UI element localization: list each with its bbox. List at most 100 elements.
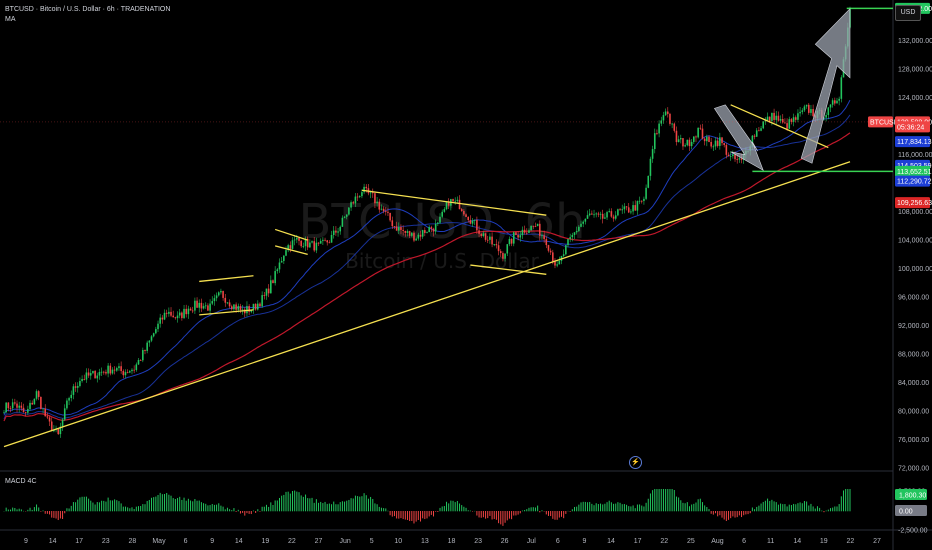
macd-bar (667, 489, 669, 512)
candle-body (421, 230, 424, 237)
candle-body (697, 127, 699, 138)
macd-bar (213, 504, 215, 512)
candle-body (534, 226, 537, 227)
macd-bar (49, 511, 51, 515)
candle-body (547, 245, 550, 251)
replay-icon[interactable]: ⚡ (629, 456, 642, 469)
macd-bar (307, 498, 309, 512)
macd-bar (36, 504, 38, 512)
macd-bar (98, 502, 100, 512)
macd-bar (287, 491, 289, 512)
candle-body (404, 230, 407, 233)
candle-body (677, 139, 680, 143)
candle-body (408, 231, 411, 236)
candle-body (239, 306, 242, 311)
macd-bar (157, 494, 159, 512)
currency-button[interactable]: USD (895, 5, 921, 21)
candle-body (686, 139, 689, 146)
macd-bar (378, 506, 380, 512)
macd-bar (767, 498, 769, 512)
macd-bar (480, 511, 482, 518)
candle-body (456, 199, 459, 201)
candle-body (586, 215, 589, 219)
macd-bar (96, 502, 98, 512)
candle-body (20, 405, 23, 408)
macd-bar (218, 503, 220, 512)
macd-bar (728, 511, 730, 520)
candle-body (430, 227, 433, 229)
candle-body (831, 100, 834, 105)
macd-bar (684, 503, 686, 512)
macd-bar (18, 508, 20, 512)
chart-canvas[interactable]: BTCUSD, 6h Bitcoin / U.S. Dollar 132,000… (0, 0, 932, 550)
macd-bar (810, 503, 812, 512)
candle-body (159, 317, 161, 324)
macd-bar (487, 511, 489, 519)
macd-bar (239, 511, 241, 514)
candle-body (300, 240, 302, 247)
macd-bar (142, 504, 144, 512)
macd-bar (422, 511, 424, 519)
candle-body (441, 211, 443, 217)
macd-title[interactable]: MACD 4C (5, 478, 37, 485)
candle-body (272, 280, 274, 284)
macd-bar (174, 499, 176, 512)
candle-body (699, 127, 702, 129)
time-tick-label: 23 (474, 538, 482, 545)
candle-body (11, 402, 14, 409)
candle-body (356, 196, 359, 198)
candle-body (376, 201, 378, 204)
candle-body (623, 206, 626, 210)
candle-body (543, 235, 545, 240)
macd-bar (454, 502, 456, 512)
candle-body (458, 199, 461, 210)
time-axis[interactable]: 9 14 17 23 28 May 6 9 14 19 22 27 Jun 5 10 13 18 23 26 Jul 6… (24, 538, 881, 545)
macd-bar (675, 496, 677, 512)
candle-body (315, 242, 318, 251)
candle-body (426, 232, 428, 233)
macd-bar (793, 503, 795, 512)
macd-bar (706, 507, 708, 512)
macd-bar (754, 509, 756, 512)
candle-body (521, 229, 524, 236)
candle-body (393, 226, 396, 227)
macd-bar (539, 511, 541, 513)
macd-bar (515, 511, 517, 516)
candle-body (506, 244, 509, 254)
macd-bar (812, 506, 814, 512)
candle-body (98, 371, 101, 376)
macd-bar (29, 507, 31, 512)
candle-body (439, 216, 441, 223)
macd-bar (396, 511, 398, 519)
candle-body (838, 98, 840, 101)
candle-body (204, 305, 207, 307)
candle-body (649, 158, 652, 176)
macd-bar (528, 507, 530, 512)
price-axis[interactable]: 132,000.00 128,000.00 124,000.00 116,000.00… (898, 38, 932, 472)
macd-bar (155, 496, 157, 512)
candle-body (352, 202, 355, 204)
macd-bar (717, 511, 719, 517)
macd-bar (328, 503, 330, 512)
candle-body (693, 136, 695, 142)
macd-bar (216, 504, 218, 512)
macd-bar (847, 489, 849, 512)
macd-bar (57, 511, 59, 521)
time-tick-label: 13 (421, 538, 429, 545)
macd-bar (511, 511, 513, 520)
candle-body (57, 428, 60, 435)
macd-bar (324, 501, 326, 512)
candle-body (230, 306, 233, 310)
candle-body (46, 416, 49, 418)
candle-body (267, 288, 270, 294)
candle-body (671, 123, 673, 125)
macd-bar (710, 511, 712, 514)
macd-bar (413, 511, 415, 524)
candle-body (708, 136, 710, 142)
macd-bar (148, 499, 150, 512)
macd-bar (532, 507, 534, 512)
macd-bar (708, 509, 710, 512)
candle-body (309, 242, 311, 248)
candle-body (636, 201, 639, 211)
macd-bar (697, 499, 699, 512)
